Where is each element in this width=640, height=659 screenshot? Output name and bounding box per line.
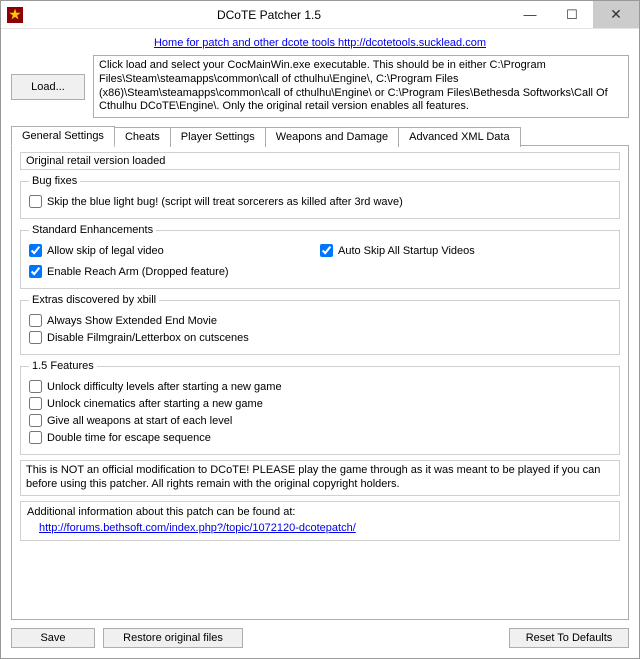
checkbox-skip-blue-light[interactable]: Skip the blue light bug! (script will tr… (29, 195, 611, 208)
checkbox-give-all-weapons-label: Give all weapons at start of each level (47, 415, 232, 427)
checkbox-auto-skip-startup[interactable]: Auto Skip All Startup Videos (320, 244, 611, 257)
instructions-box: Click load and select your CocMainWin.ex… (93, 55, 629, 118)
checkbox-auto-skip-startup-input[interactable] (320, 244, 333, 257)
checkbox-unlock-cinematics-label: Unlock cinematics after starting a new g… (47, 398, 263, 410)
group-15-legend: 1.5 Features (29, 360, 97, 372)
group-standard-enhancements: Standard Enhancements Allow skip of lega… (20, 224, 620, 289)
checkbox-always-extended-end-label: Always Show Extended End Movie (47, 315, 217, 327)
checkbox-allow-skip-legal-input[interactable] (29, 244, 42, 257)
home-link-row: Home for patch and other dcote tools htt… (11, 37, 629, 49)
checkbox-unlock-difficulty[interactable]: Unlock difficulty levels after starting … (29, 380, 611, 393)
app-icon (7, 7, 23, 23)
status-box: Original retail version loaded (20, 152, 620, 170)
checkbox-enable-reach-arm-input[interactable] (29, 265, 42, 278)
titlebar: DCoTE Patcher 1.5 — ☐ ✕ (1, 1, 639, 29)
checkbox-enable-reach-arm-label: Enable Reach Arm (Dropped feature) (47, 266, 229, 278)
moreinfo-text: Additional information about this patch … (27, 506, 613, 518)
bottom-button-row: Save Restore original files Reset To Def… (11, 628, 629, 648)
minimize-icon: — (524, 7, 537, 22)
checkbox-double-escape-label: Double time for escape sequence (47, 432, 211, 444)
checkbox-auto-skip-startup-label: Auto Skip All Startup Videos (338, 245, 475, 257)
tab-content: Original retail version loaded Bug fixes… (11, 145, 629, 620)
checkbox-skip-blue-light-label: Skip the blue light bug! (script will tr… (47, 196, 403, 208)
group-standard-legend: Standard Enhancements (29, 224, 156, 236)
reset-to-defaults-button[interactable]: Reset To Defaults (509, 628, 629, 648)
group-extras-legend: Extras discovered by xbill (29, 294, 159, 306)
moreinfo-box: Additional information about this patch … (20, 501, 620, 541)
save-button[interactable]: Save (11, 628, 95, 648)
tab-player-settings[interactable]: Player Settings (170, 127, 266, 147)
checkbox-give-all-weapons-input[interactable] (29, 414, 42, 427)
checkbox-unlock-difficulty-label: Unlock difficulty levels after starting … (47, 381, 282, 393)
checkbox-double-escape-input[interactable] (29, 431, 42, 444)
checkbox-skip-blue-light-input[interactable] (29, 195, 42, 208)
checkbox-unlock-cinematics[interactable]: Unlock cinematics after starting a new g… (29, 397, 611, 410)
window-title: DCoTE Patcher 1.5 (29, 8, 509, 22)
tab-strip: General Settings Cheats Player Settings … (11, 126, 629, 146)
checkbox-unlock-cinematics-input[interactable] (29, 397, 42, 410)
checkbox-disable-filmgrain[interactable]: Disable Filmgrain/Letterbox on cutscenes (29, 331, 611, 344)
minimize-button[interactable]: — (509, 1, 551, 28)
home-link[interactable]: Home for patch and other dcote tools htt… (154, 37, 486, 49)
moreinfo-link[interactable]: http://forums.bethsoft.com/index.php?/to… (39, 522, 356, 534)
group-bugfixes: Bug fixes Skip the blue light bug! (scri… (20, 175, 620, 219)
group-15-features: 1.5 Features Unlock difficulty levels af… (20, 360, 620, 455)
tab-cheats[interactable]: Cheats (114, 127, 171, 147)
disclaimer-box: This is NOT an official modification to … (20, 460, 620, 496)
maximize-button[interactable]: ☐ (551, 1, 593, 28)
checkbox-disable-filmgrain-input[interactable] (29, 331, 42, 344)
tab-general-settings[interactable]: General Settings (11, 126, 115, 146)
tab-weapons-damage[interactable]: Weapons and Damage (265, 127, 399, 147)
spacer (251, 628, 501, 648)
checkbox-allow-skip-legal[interactable]: Allow skip of legal video (29, 244, 320, 257)
restore-original-files-button[interactable]: Restore original files (103, 628, 243, 648)
close-button[interactable]: ✕ (593, 1, 639, 28)
checkbox-double-escape[interactable]: Double time for escape sequence (29, 431, 611, 444)
group-extras-xbill: Extras discovered by xbill Always Show E… (20, 294, 620, 355)
top-row: Load... Click load and select your CocMa… (11, 55, 629, 118)
checkbox-give-all-weapons[interactable]: Give all weapons at start of each level (29, 414, 611, 427)
tab-advanced-xml[interactable]: Advanced XML Data (398, 127, 520, 147)
checkbox-always-extended-end-input[interactable] (29, 314, 42, 327)
window-controls: — ☐ ✕ (509, 1, 639, 28)
client-area: Home for patch and other dcote tools htt… (1, 29, 639, 658)
app-window: DCoTE Patcher 1.5 — ☐ ✕ Home for patch a… (0, 0, 640, 659)
close-icon: ✕ (610, 6, 622, 23)
checkbox-always-extended-end[interactable]: Always Show Extended End Movie (29, 314, 611, 327)
load-button[interactable]: Load... (11, 74, 85, 100)
maximize-icon: ☐ (566, 7, 578, 23)
checkbox-enable-reach-arm[interactable]: Enable Reach Arm (Dropped feature) (29, 265, 611, 278)
checkbox-unlock-difficulty-input[interactable] (29, 380, 42, 393)
group-bugfixes-legend: Bug fixes (29, 175, 80, 187)
checkbox-disable-filmgrain-label: Disable Filmgrain/Letterbox on cutscenes (47, 332, 249, 344)
checkbox-allow-skip-legal-label: Allow skip of legal video (47, 245, 164, 257)
